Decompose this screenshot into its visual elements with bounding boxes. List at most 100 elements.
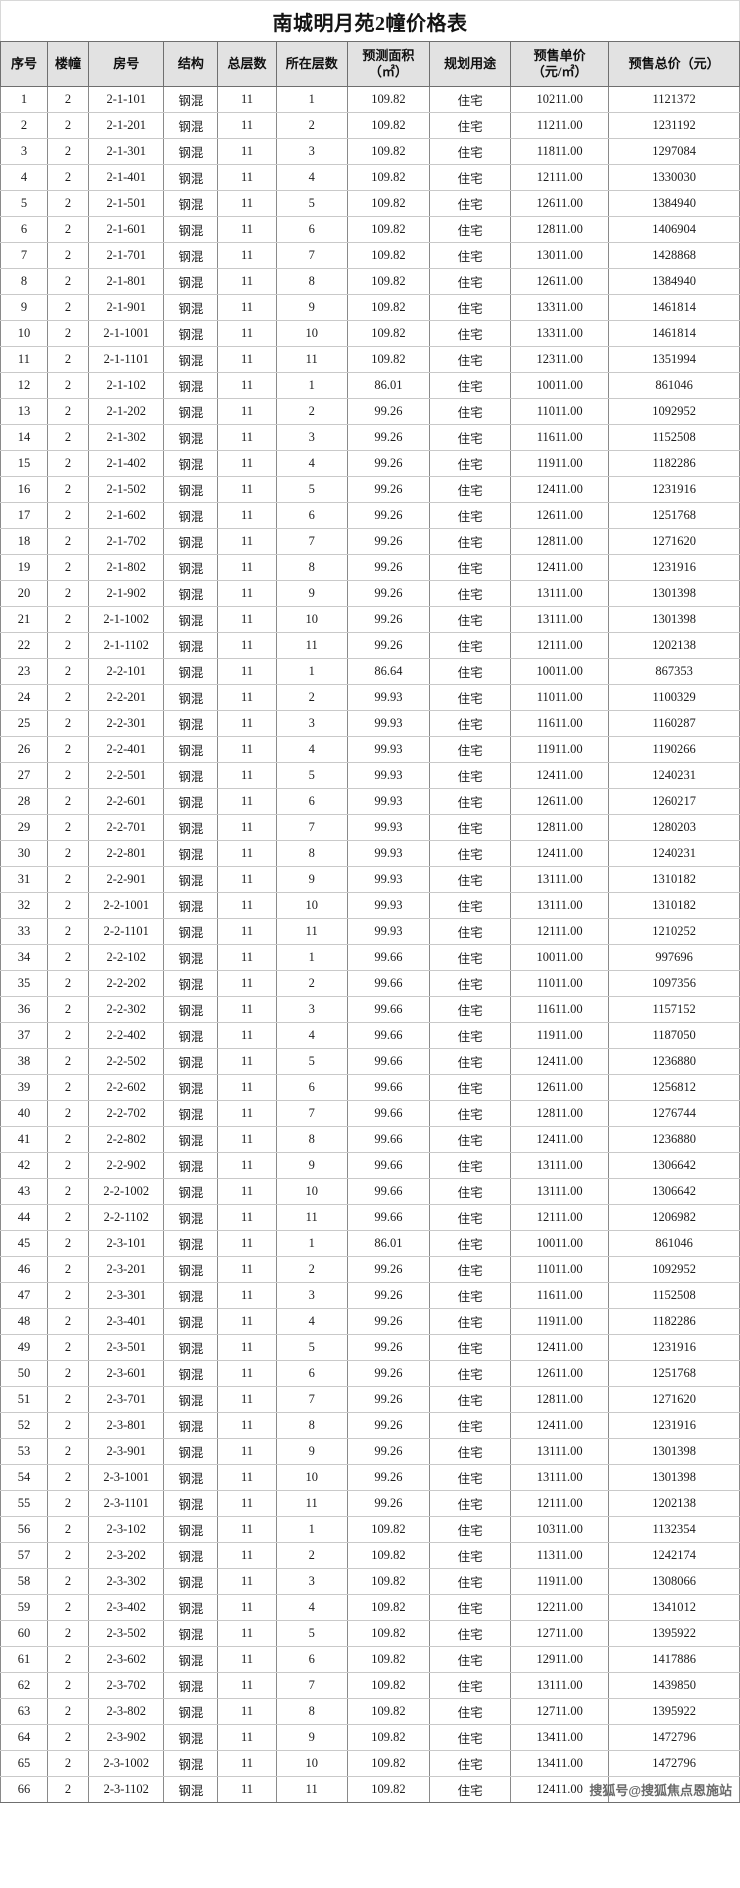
cell-bldg: 2 [46, 216, 90, 243]
cell-bldg: 2 [46, 1464, 90, 1491]
cell-floors: 11 [217, 736, 277, 763]
cell-use: 住宅 [429, 190, 512, 217]
cell-seq: 25 [0, 710, 48, 737]
cell-struct: 钢混 [163, 1178, 219, 1205]
table-row: 6 2 2-1-601 钢混 11 6 109.82 住宅 12811.00 1406904 [0, 216, 740, 243]
cell-bldg: 2 [46, 710, 90, 737]
cell-struct: 钢混 [163, 1412, 219, 1439]
cell-area: 99.26 [346, 1386, 431, 1413]
table-row: 1 2 2-1-101 钢混 11 1 109.82 住宅 10211.00 1121372 [0, 86, 740, 113]
cell-area: 99.26 [346, 398, 431, 425]
table-row: 46 2 2-3-201 钢混 11 2 99.26 住宅 11011.00 1092952 [0, 1256, 740, 1283]
cell-area: 99.66 [346, 944, 431, 971]
table-row: 11 2 2-1-1101 钢混 11 11 109.82 住宅 12311.00 1351994 [0, 346, 740, 373]
table-row: 59 2 2-3-402 钢混 11 4 109.82 住宅 12211.00 1341012 [0, 1594, 740, 1621]
cell-total: 1152508 [608, 1282, 740, 1309]
cell-struct: 钢混 [163, 164, 219, 191]
cell-area: 99.93 [346, 736, 431, 763]
cell-bldg: 2 [46, 1490, 90, 1517]
cell-floors: 11 [217, 606, 277, 633]
cell-unit: 12411.00 [510, 554, 610, 581]
cell-seq: 36 [0, 996, 48, 1023]
cell-seq: 23 [0, 658, 48, 685]
cell-onfl: 11 [275, 1776, 348, 1803]
cell-use: 住宅 [429, 1230, 512, 1257]
cell-floors: 11 [217, 1282, 277, 1309]
cell-bldg: 2 [46, 1750, 90, 1777]
cell-seq: 13 [0, 398, 48, 425]
cell-total: 1276744 [608, 1100, 740, 1127]
cell-use: 住宅 [429, 1490, 512, 1517]
cell-area: 99.26 [346, 502, 431, 529]
cell-bldg: 2 [46, 970, 90, 997]
cell-struct: 钢混 [163, 1620, 219, 1647]
cell-total: 1271620 [608, 528, 740, 555]
cell-room: 2-3-701 [88, 1386, 165, 1413]
cell-seq: 9 [0, 294, 48, 321]
cell-area: 109.82 [346, 1646, 431, 1673]
table-row: 47 2 2-3-301 钢混 11 3 99.26 住宅 11611.00 1152508 [0, 1282, 740, 1309]
cell-room: 2-3-102 [88, 1516, 165, 1543]
cell-total: 1182286 [608, 1308, 740, 1335]
cell-unit: 12211.00 [510, 1594, 610, 1621]
cell-unit: 12111.00 [510, 918, 610, 945]
cell-room: 2-3-802 [88, 1698, 165, 1725]
cell-seq: 58 [0, 1568, 48, 1595]
cell-area: 99.26 [346, 632, 431, 659]
cell-use: 住宅 [429, 892, 512, 919]
cell-onfl: 2 [275, 1542, 348, 1569]
cell-use: 住宅 [429, 1750, 512, 1777]
cell-onfl: 8 [275, 1412, 348, 1439]
cell-struct: 钢混 [163, 762, 219, 789]
cell-bldg: 2 [46, 1412, 90, 1439]
cell-bldg: 2 [46, 1594, 90, 1621]
cell-area: 99.26 [346, 1464, 431, 1491]
cell-total: 1461814 [608, 320, 740, 347]
cell-use: 住宅 [429, 1724, 512, 1751]
cell-use: 住宅 [429, 1048, 512, 1075]
cell-bldg: 2 [46, 1334, 90, 1361]
table-row: 64 2 2-3-902 钢混 11 9 109.82 住宅 13411.00 1472796 [0, 1724, 740, 1751]
cell-seq: 14 [0, 424, 48, 451]
cell-floors: 11 [217, 866, 277, 893]
cell-room: 2-3-501 [88, 1334, 165, 1361]
cell-total: 1202138 [608, 1490, 740, 1517]
cell-onfl: 3 [275, 996, 348, 1023]
cell-onfl: 9 [275, 580, 348, 607]
cell-total [608, 1776, 740, 1803]
cell-seq: 47 [0, 1282, 48, 1309]
cell-floors: 11 [217, 112, 277, 139]
cell-room: 2-2-601 [88, 788, 165, 815]
cell-area: 99.93 [346, 684, 431, 711]
cell-onfl: 2 [275, 1256, 348, 1283]
cell-floors: 11 [217, 944, 277, 971]
cell-unit: 12111.00 [510, 1204, 610, 1231]
cell-seq: 63 [0, 1698, 48, 1725]
cell-seq: 42 [0, 1152, 48, 1179]
cell-unit: 13311.00 [510, 294, 610, 321]
cell-seq: 10 [0, 320, 48, 347]
cell-unit: 11611.00 [510, 424, 610, 451]
cell-room: 2-3-1001 [88, 1464, 165, 1491]
cell-bldg: 2 [46, 632, 90, 659]
cell-unit: 12811.00 [510, 814, 610, 841]
cell-floors: 11 [217, 814, 277, 841]
table-row: 66 2 2-3-1102 钢混 11 11 109.82 住宅 12411.00 [0, 1776, 740, 1803]
cell-seq: 34 [0, 944, 48, 971]
cell-use: 住宅 [429, 840, 512, 867]
cell-use: 住宅 [429, 1360, 512, 1387]
cell-use: 住宅 [429, 1074, 512, 1101]
cell-seq: 28 [0, 788, 48, 815]
cell-onfl: 9 [275, 294, 348, 321]
cell-seq: 37 [0, 1022, 48, 1049]
column-header-onfl: 所在层数 [275, 41, 348, 87]
table-row: 45 2 2-3-101 钢混 11 1 86.01 住宅 10011.00 861046 [0, 1230, 740, 1257]
cell-onfl: 7 [275, 242, 348, 269]
cell-seq: 44 [0, 1204, 48, 1231]
cell-unit: 12311.00 [510, 346, 610, 373]
cell-room: 2-3-201 [88, 1256, 165, 1283]
cell-area: 109.82 [346, 1750, 431, 1777]
column-header-use: 规划用途 [429, 41, 512, 87]
cell-floors: 11 [217, 1724, 277, 1751]
cell-struct: 钢混 [163, 138, 219, 165]
